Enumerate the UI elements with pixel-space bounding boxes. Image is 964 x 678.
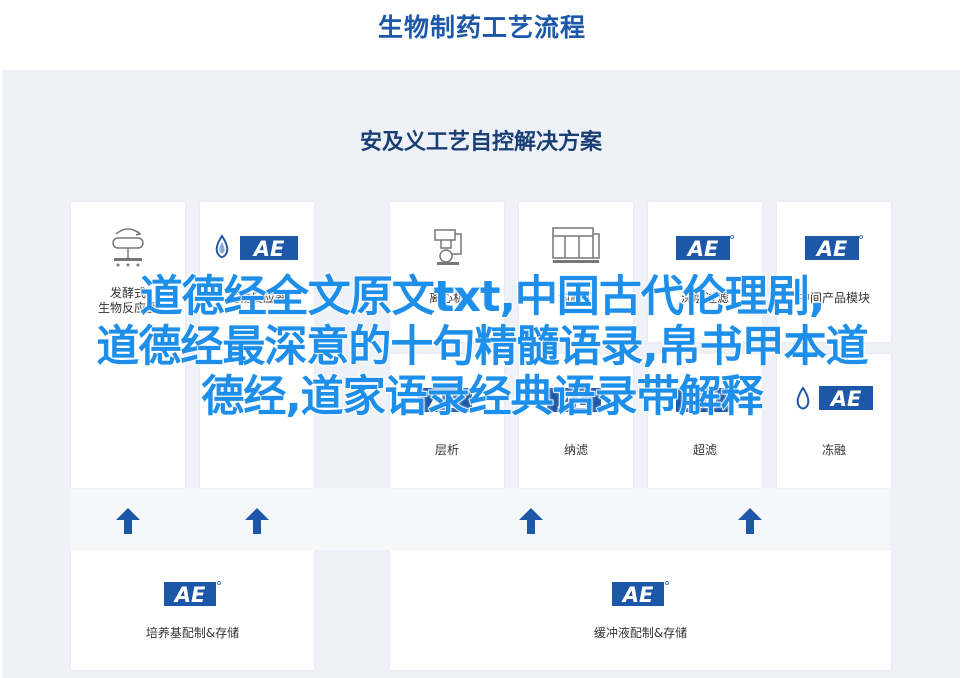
svg-text:AE: AE bbox=[686, 237, 719, 261]
ae-logo-icon: AE bbox=[164, 581, 221, 607]
card-label: 纳滤 bbox=[563, 443, 588, 457]
ae-logo-icon: AE bbox=[805, 235, 863, 261]
svg-text:AE: AE bbox=[252, 237, 285, 261]
up-arrow-icon bbox=[519, 508, 543, 534]
svg-text:AE: AE bbox=[815, 237, 848, 261]
card-media-prep: AE 培养基配制&存储 bbox=[71, 550, 314, 670]
stirrer-icon bbox=[112, 228, 144, 267]
card-buffer-prep: AE 缓冲液配制&存储 bbox=[390, 550, 891, 670]
card-label: 层析 bbox=[434, 443, 459, 457]
overlay-line-2: 道德经最深意的十句精髓语录,帛书甲本道 bbox=[96, 321, 870, 373]
overlay-line-1: 道德经全文原文txt,中国古代伦理剧, bbox=[139, 271, 826, 323]
ae-logo-icon: AE bbox=[215, 234, 298, 261]
card-label: 培养基配制&存储 bbox=[145, 626, 240, 640]
overlay-line-3: 德经,道家语录经典语录带解释 bbox=[201, 371, 765, 423]
centrifuge-icon bbox=[434, 229, 462, 265]
up-arrow-icon bbox=[116, 508, 140, 534]
card-label: 超滤 bbox=[692, 443, 717, 457]
ae-logo-icon: AE bbox=[612, 581, 669, 607]
homogenizer-icon bbox=[552, 227, 600, 263]
ae-logo-icon: AE bbox=[676, 235, 734, 261]
svg-text:AE: AE bbox=[621, 583, 654, 607]
card-label: 缓冲液配制&存储 bbox=[593, 626, 688, 640]
svg-text:AE: AE bbox=[173, 583, 206, 607]
arrow-band bbox=[70, 488, 890, 550]
up-arrow-icon bbox=[245, 508, 269, 534]
card-label: 冻融 bbox=[821, 443, 846, 457]
panel-title: 安及义工艺自控解决方案 bbox=[359, 130, 602, 155]
up-arrow-icon bbox=[738, 508, 762, 534]
page-title: 生物制药工艺流程 bbox=[377, 13, 586, 42]
